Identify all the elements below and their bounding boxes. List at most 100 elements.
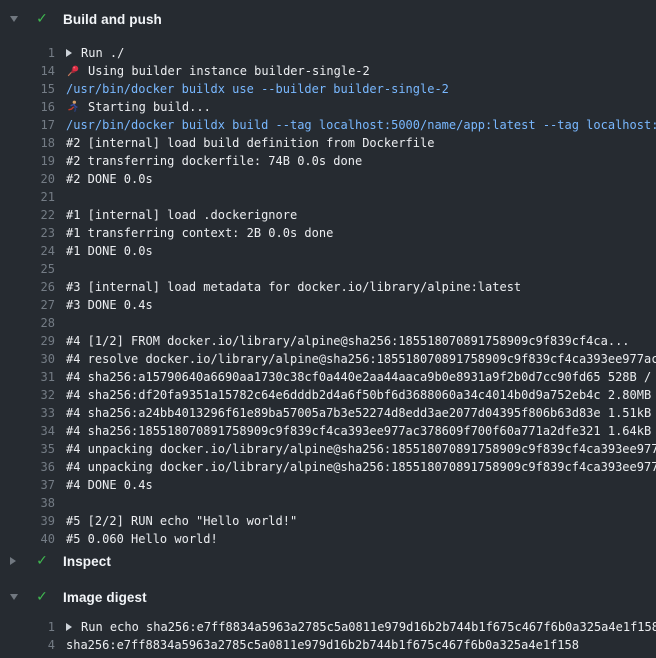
log-line: 22 #1 [internal] load .dockerignore (0, 206, 656, 224)
log-line: 23 #1 transferring context: 2B 0.0s done (0, 224, 656, 242)
line-number[interactable]: 31 (0, 368, 55, 386)
line-text: Using builder instance builder-single-2 (88, 62, 370, 80)
pushpin-icon (66, 64, 80, 78)
group-toggle-play-icon[interactable] (66, 49, 72, 57)
line-number[interactable]: 32 (0, 386, 55, 404)
log-line: 31 #4 sha256:a15790640a6690aa1730c38cf0a4… (0, 368, 656, 386)
line-number[interactable]: 15 (0, 80, 55, 98)
log-line: 20 #2 DONE 0.0s (0, 170, 656, 188)
line-number[interactable]: 38 (0, 494, 55, 512)
log-line: 29 #4 [1/2] FROM docker.io/library/alpine… (0, 332, 656, 350)
line-content: #3 [internal] load metadata for docker.i… (66, 278, 656, 296)
log-line: 14 Using builder instance builder-single-… (0, 62, 656, 80)
line-number[interactable]: 4 (0, 636, 55, 654)
line-number[interactable]: 16 (0, 98, 55, 116)
line-text: #4 resolve docker.io/library/alpine@sha2… (66, 350, 656, 368)
line-number[interactable]: 34 (0, 422, 55, 440)
log-line: 18#2 [internal] load build definition fr… (0, 134, 656, 152)
line-number[interactable]: 24 (0, 242, 55, 260)
line-number[interactable]: 33 (0, 404, 55, 422)
log-line: 40#5 0.060 Hello world! (0, 530, 656, 548)
line-text: #5 [2/2] RUN echo "Hello world!" (66, 512, 297, 530)
log-line: 4 sha256:e7ff8834a5963a2785c5a0811e979d16… (0, 636, 656, 654)
line-text: #4 sha256:185518070891758909c9f839cf4ca3… (66, 422, 656, 440)
line-content: #3 DONE 0.4s (66, 296, 656, 314)
line-number[interactable]: 18 (0, 134, 55, 152)
log-line: 19#2 transferring dockerfile: 74B 0.0s d… (0, 152, 656, 170)
line-content: #4 [1/2] FROM docker.io/library/alpine@s… (66, 332, 656, 350)
line-content: #4 sha256:185518070891758909c9f839cf4ca3… (66, 422, 656, 440)
line-number[interactable]: 1 (0, 44, 55, 62)
log-line: 33 #4 sha256:a24bb4013296f61e89ba57005a7b… (0, 404, 656, 422)
log-line: 15/usr/bin/docker buildx use --builder b… (0, 80, 656, 98)
chevron-shape (10, 594, 18, 600)
line-number[interactable]: 26 (0, 278, 55, 296)
log-line: 34 #4 sha256:185518070891758909c9f839cf4c… (0, 422, 656, 440)
group-toggle-play-icon[interactable] (66, 623, 72, 631)
line-content: /usr/bin/docker buildx build --tag local… (66, 116, 656, 134)
section-title: Image digest (63, 590, 147, 605)
section-inspect: ✓Inspect (0, 548, 656, 574)
line-text: /usr/bin/docker buildx use --builder bui… (66, 80, 449, 98)
line-number[interactable]: 35 (0, 440, 55, 458)
section-lines-build-and-push: 1Run ./14Using builder instance builder-… (0, 32, 656, 548)
chevron-shape (10, 16, 18, 22)
line-content: #4 sha256:a24bb4013296f61e89ba57005a7b3e… (66, 404, 656, 422)
line-text: sha256:e7ff8834a5963a2785c5a0811e979d16b… (66, 636, 579, 654)
line-number[interactable]: 30 (0, 350, 55, 368)
log-line: 26 #3 [internal] load metadata for docker… (0, 278, 656, 296)
log-line: 37 #4 DONE 0.4s (0, 476, 656, 494)
workflow-log-viewer: ✓Build and push1Run ./14Using builder in… (0, 0, 656, 658)
chevron-right-icon[interactable] (10, 557, 24, 565)
log-line: 27 #3 DONE 0.4s (0, 296, 656, 314)
line-content: Using builder instance builder-single-2 (66, 62, 656, 80)
log-line: 17/usr/bin/docker buildx build --tag loc… (0, 116, 656, 134)
section-header-build-and-push[interactable]: ✓Build and push (0, 6, 656, 32)
line-number[interactable]: 14 (0, 62, 55, 80)
line-text: #4 sha256:a15790640a6690aa1730c38cf0a440… (66, 368, 656, 386)
chevron-down-icon[interactable] (10, 594, 24, 600)
line-number[interactable]: 25 (0, 260, 55, 278)
line-number[interactable]: 36 (0, 458, 55, 476)
line-number[interactable]: 29 (0, 332, 55, 350)
line-number[interactable]: 22 (0, 206, 55, 224)
line-number[interactable]: 28 (0, 314, 55, 332)
section-title: Inspect (63, 554, 111, 569)
line-content: #4 DONE 0.4s (66, 476, 656, 494)
line-content: #5 [2/2] RUN echo "Hello world!" (66, 512, 656, 530)
line-number[interactable]: 37 (0, 476, 55, 494)
section-header-inspect[interactable]: ✓Inspect (0, 548, 656, 574)
line-text: #3 DONE 0.4s (66, 296, 153, 314)
log-line: 30 #4 resolve docker.io/library/alpine@sh… (0, 350, 656, 368)
runner-icon (66, 100, 80, 114)
line-number[interactable]: 21 (0, 188, 55, 206)
line-number[interactable]: 27 (0, 296, 55, 314)
line-text: #4 sha256:a24bb4013296f61e89ba57005a7b3e… (66, 404, 656, 422)
log-line: 39 #5 [2/2] RUN echo "Hello world!" (0, 512, 656, 530)
line-content: #4 unpacking docker.io/library/alpine@sh… (66, 458, 656, 476)
line-content: #1 DONE 0.0s (66, 242, 656, 260)
log-line: 28 (0, 314, 656, 332)
line-content: Run echo sha256:e7ff8834a5963a2785c5a081… (66, 618, 656, 636)
line-content: #1 [internal] load .dockerignore (66, 206, 656, 224)
chevron-shape (10, 557, 16, 565)
log-line: 36 #4 unpacking docker.io/library/alpine@… (0, 458, 656, 476)
line-text: /usr/bin/docker buildx build --tag local… (66, 116, 656, 134)
line-number[interactable]: 19 (0, 152, 55, 170)
log-line: 16 Starting build... (0, 98, 656, 116)
line-number[interactable]: 23 (0, 224, 55, 242)
line-number[interactable]: 1 (0, 618, 55, 636)
chevron-down-icon[interactable] (10, 16, 24, 22)
line-text: Starting build... (88, 98, 211, 116)
line-text: Run echo sha256:e7ff8834a5963a2785c5a081… (81, 618, 656, 636)
line-number[interactable]: 20 (0, 170, 55, 188)
line-content: #2 DONE 0.0s (66, 170, 656, 188)
line-number[interactable]: 40 (0, 530, 55, 548)
section-header-image-digest[interactable]: ✓ Image digest (0, 584, 656, 610)
log-line: 35#4 unpacking docker.io/library/alpine@… (0, 440, 656, 458)
line-content: #1 transferring context: 2B 0.0s done (66, 224, 656, 242)
line-number[interactable]: 39 (0, 512, 55, 530)
line-number[interactable]: 17 (0, 116, 55, 134)
log-line: 24 #1 DONE 0.0s (0, 242, 656, 260)
check-icon: ✓ (34, 590, 50, 604)
